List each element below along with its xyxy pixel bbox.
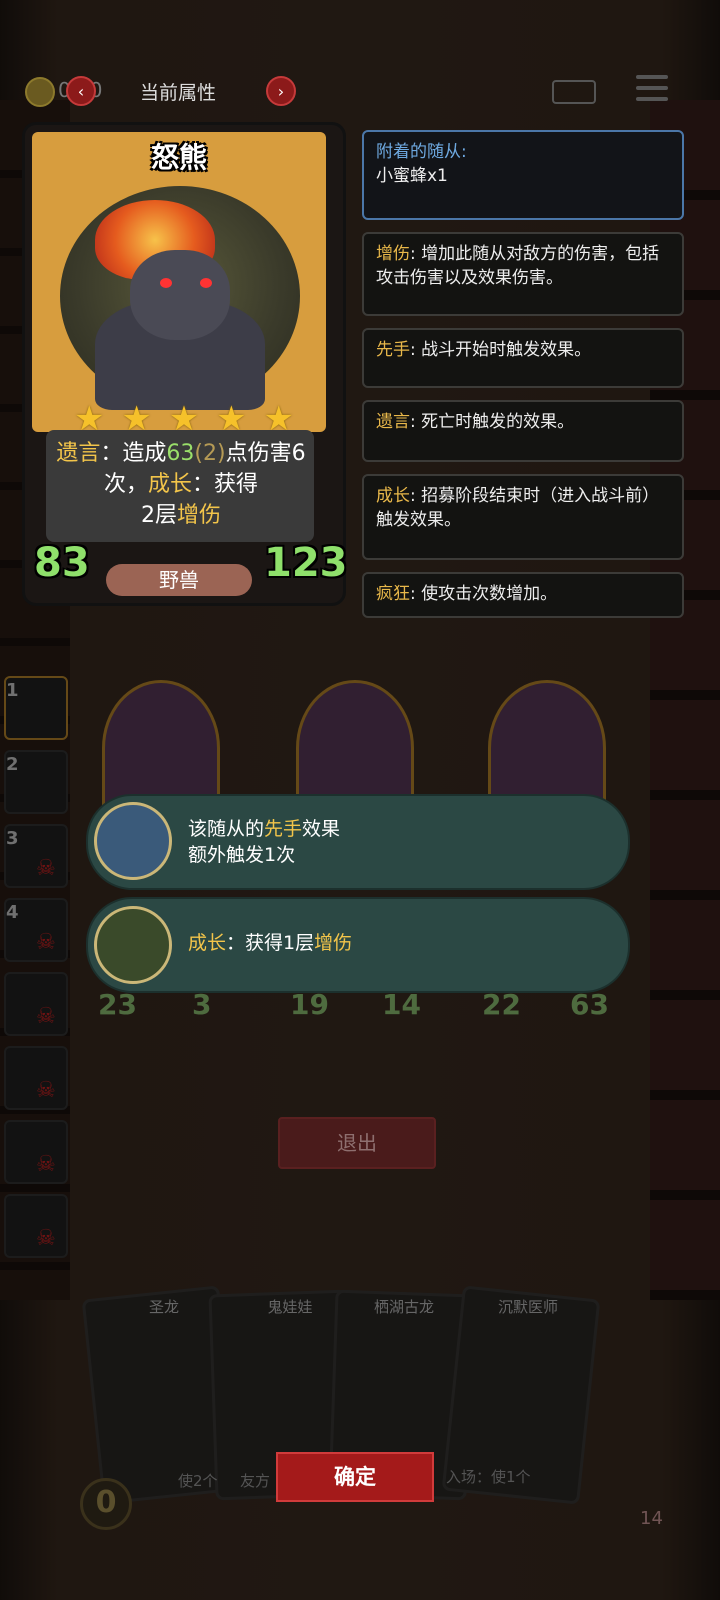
desc-text: ：造成 [100, 441, 167, 466]
popup-keyword: 成长 [188, 932, 227, 954]
bear-eye [160, 278, 172, 288]
panel-keyword: 增伤 [376, 244, 410, 264]
keyword-panel-chengzhang: 成长: 招募阶段结束时（进入战斗前）触发效果。 [362, 474, 684, 560]
bear-head [130, 250, 230, 340]
lightning-icon [94, 802, 172, 880]
page-title: 当前属性 [140, 82, 217, 104]
panel-body: : 招募阶段结束时（进入战斗前）触发效果。 [376, 486, 660, 530]
popup-text: 成长：获得1层增伤 [188, 930, 352, 956]
panel-body: : 增加此随从对敌方的伤害，包括攻击伤害以及效果伤害。 [376, 244, 660, 288]
card-name: 怒熊 [150, 141, 207, 174]
popup-text: 该随从的先手效果 额外触发1次 [188, 816, 340, 868]
keyword-panel-xianshou: 先手: 战斗开始时触发效果。 [362, 328, 684, 388]
keyword-panel-zengshang: 增伤: 增加此随从对敌方的伤害，包括攻击伤害以及效果伤害。 [362, 232, 684, 316]
popup-keyword: 先手 [264, 818, 303, 840]
keyword-panel-fengkuang: 疯狂: 使攻击次数增加。 [362, 572, 684, 618]
crystal-icon [94, 906, 172, 984]
popup-word: ：获得1层 [226, 932, 315, 954]
popup-keyword: 增伤 [314, 932, 353, 954]
panel-keyword: 成长 [376, 486, 410, 506]
coin-icon [25, 77, 55, 107]
desc-text: 2层 [140, 503, 177, 528]
attached-panel: 附着的随从: 小蜜蜂x1 [362, 130, 684, 220]
popup-word: 额外触发1次 [188, 844, 296, 866]
health-value: 123 [264, 540, 348, 586]
bear-eye [200, 278, 212, 288]
keyword-zengshang: 增伤 [176, 503, 221, 528]
keyword-panel-yiyan: 遗言: 死亡时触发的效果。 [362, 400, 684, 462]
keyword-chengzhang: 成长 [147, 472, 192, 497]
menu-icon[interactable] [636, 75, 668, 103]
battery-icon [552, 80, 596, 104]
desc-text: ：获得 [192, 472, 259, 497]
attack-value: 83 [34, 540, 90, 586]
panel-title: 附着的随从: [376, 142, 467, 162]
panel-body: : 战斗开始时触发效果。 [410, 340, 592, 360]
chevron-left-icon: ‹ [77, 81, 85, 101]
chevron-right-icon: › [277, 81, 285, 101]
panel-body: : 使攻击次数增加。 [410, 584, 558, 604]
damage-value: 63 [166, 441, 195, 466]
popup-word: 效果 [302, 818, 341, 840]
prev-button[interactable]: ‹ [66, 76, 96, 106]
damage-bonus: (2) [194, 441, 226, 466]
next-button[interactable]: › [266, 76, 296, 106]
panel-keyword: 先手 [376, 340, 410, 360]
tribe-label: 野兽 [106, 564, 252, 596]
keyword-yiyan: 遗言 [56, 441, 101, 466]
panel-body: : 死亡时触发的效果。 [410, 412, 575, 432]
panel-keyword: 疯狂 [376, 584, 410, 604]
panel-body: 小蜜蜂x1 [376, 166, 448, 186]
popup-word: 该随从的 [188, 818, 265, 840]
exit-button[interactable]: 退出 [278, 1117, 436, 1169]
confirm-button[interactable]: 确定 [276, 1452, 434, 1502]
card-description: 遗言：造成63(2)点伤害6次，成长：获得 2层增伤 [50, 438, 312, 531]
panel-keyword: 遗言 [376, 412, 410, 432]
